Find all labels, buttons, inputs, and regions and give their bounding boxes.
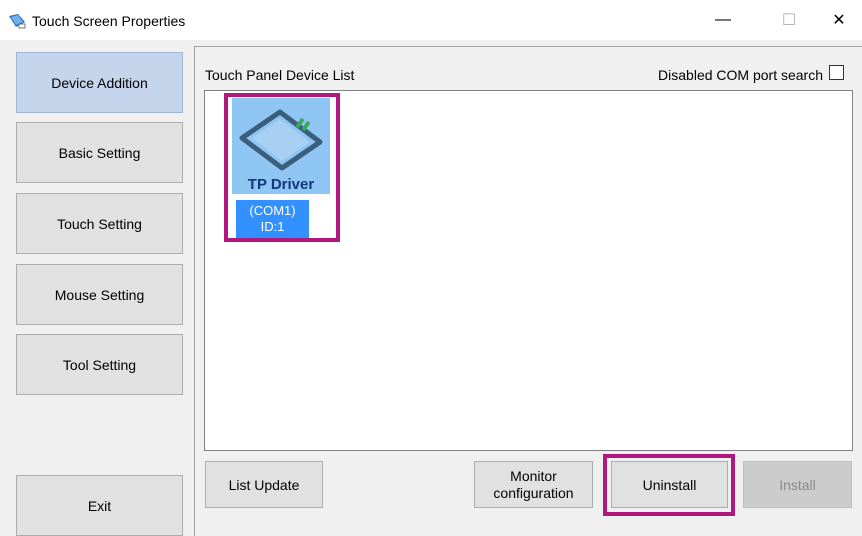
sidebar-item-mouse-setting[interactable]: Mouse Setting — [16, 264, 183, 325]
minimize-button[interactable]: — — [700, 0, 746, 40]
device-highlight-box — [224, 93, 340, 242]
list-update-label: List Update — [228, 476, 300, 493]
exit-button[interactable]: Exit — [16, 475, 183, 536]
list-update-button[interactable]: List Update — [205, 461, 323, 508]
sidebar-item-label: Tool Setting — [62, 356, 137, 373]
sidebar-item-label: Mouse Setting — [54, 286, 145, 303]
sidebar-item-device-addition[interactable]: Device Addition — [16, 52, 183, 113]
window-title: Touch Screen Properties — [32, 13, 186, 29]
exit-button-label: Exit — [87, 497, 112, 514]
install-button: Install — [743, 461, 852, 508]
sidebar-item-label: Device Addition — [51, 74, 148, 91]
sidebar-item-basic-setting[interactable]: Basic Setting — [16, 122, 183, 183]
monitor-configuration-button[interactable]: Monitor configuration — [474, 461, 593, 508]
disabled-com-search-checkbox[interactable] — [829, 65, 844, 80]
maximize-button[interactable]: ☐ — [766, 0, 812, 40]
monitor-configuration-label-line2: configuration — [493, 484, 574, 501]
title-bar: Touch Screen Properties — ☐ ✕ — [0, 0, 862, 40]
close-button[interactable]: ✕ — [816, 0, 862, 40]
sidebar-item-label: Basic Setting — [58, 144, 141, 161]
uninstall-highlight-box — [603, 454, 735, 516]
touch-screen-app-icon — [9, 14, 26, 29]
sidebar-item-label: Touch Setting — [57, 215, 142, 232]
monitor-configuration-label-line1: Monitor — [510, 467, 557, 484]
install-label: Install — [779, 476, 816, 493]
sidebar-item-touch-setting[interactable]: Touch Setting — [16, 193, 183, 254]
device-list-title: Touch Panel Device List — [205, 67, 355, 83]
sidebar-item-tool-setting[interactable]: Tool Setting — [16, 334, 183, 395]
disabled-com-search-label: Disabled COM port search — [658, 67, 823, 83]
